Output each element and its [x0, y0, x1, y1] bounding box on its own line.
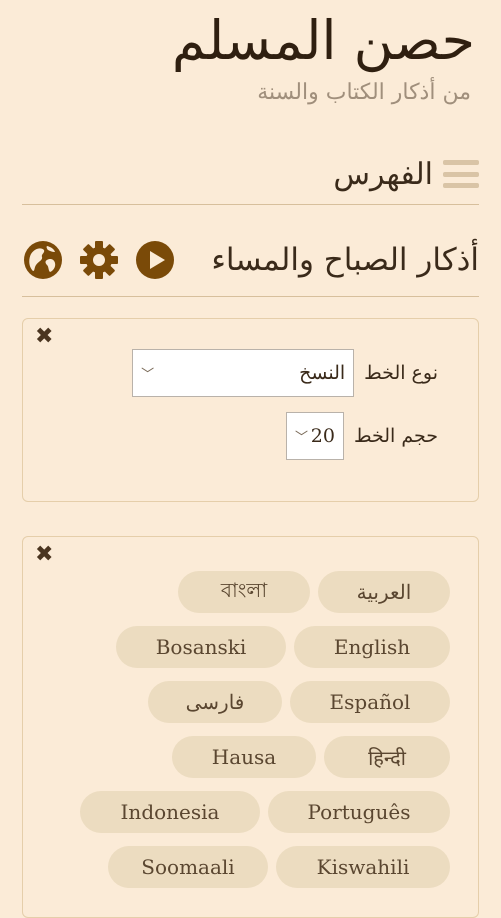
play-icon[interactable]: [134, 239, 176, 281]
index-label[interactable]: الفهرس: [333, 157, 433, 192]
font-type-value: النسخ: [299, 362, 346, 384]
divider: [22, 204, 479, 205]
language-button-soomaali[interactable]: Soomaali: [108, 846, 268, 888]
font-type-label: نوع الخط: [364, 362, 438, 384]
close-icon[interactable]: ✖: [35, 326, 55, 348]
index-row[interactable]: الفهرس: [22, 150, 479, 198]
language-row: Bosanski English: [70, 626, 450, 668]
language-row: Indonesia Português: [70, 791, 450, 833]
font-type-select[interactable]: النسخ ﹀: [132, 349, 355, 397]
font-type-row: نوع الخط النسخ ﹀: [132, 349, 438, 397]
language-row: فارسی Español: [70, 681, 450, 723]
language-row: Hausa हिन्दी: [70, 736, 450, 778]
hamburger-icon[interactable]: [443, 160, 479, 188]
gear-icon[interactable]: [78, 239, 120, 281]
language-button-arabic[interactable]: العربية: [318, 571, 450, 613]
font-size-label: حجم الخط: [353, 425, 438, 447]
language-row: Soomaali Kiswahili: [70, 846, 450, 888]
language-button-english[interactable]: English: [294, 626, 450, 668]
app-header: حصن المسلم من أذكار الكتاب والسنة: [0, 0, 501, 150]
language-button-kiswahili[interactable]: Kiswahili: [276, 846, 450, 888]
chevron-down-icon: ﹀: [141, 367, 155, 383]
language-button-hindi[interactable]: हिन्दी: [324, 736, 450, 778]
section-toolbar: [22, 239, 176, 281]
language-button-hausa[interactable]: Hausa: [172, 736, 316, 778]
app-title: حصن المسلم: [171, 9, 475, 72]
globe-icon[interactable]: [22, 239, 64, 281]
language-panel: ✖ বাংলা العربية Bosanski English فارسی E…: [22, 536, 479, 918]
language-button-farsi[interactable]: فارسی: [148, 681, 282, 723]
font-size-row: حجم الخط 20 ﹀: [285, 412, 438, 460]
divider: [22, 296, 479, 297]
section-title: أذكار الصباح والمساء: [211, 242, 479, 278]
language-button-portugues[interactable]: Português: [268, 791, 450, 833]
language-grid: বাংলা العربية Bosanski English فارسی Esp…: [70, 571, 450, 901]
language-button-espanol[interactable]: Español: [290, 681, 450, 723]
language-button-bangla[interactable]: বাংলা: [178, 571, 310, 613]
language-row: বাংলা العربية: [70, 571, 450, 613]
settings-panel: ✖ نوع الخط النسخ ﹀ حجم الخط 20 ﹀: [22, 318, 479, 502]
language-button-indonesia[interactable]: Indonesia: [80, 791, 260, 833]
section-header: أذكار الصباح والمساء: [22, 225, 479, 295]
font-size-value: 20: [310, 425, 335, 447]
language-button-bosanski[interactable]: Bosanski: [116, 626, 286, 668]
chevron-down-icon: ﹀: [294, 430, 308, 446]
font-size-select[interactable]: 20 ﹀: [285, 412, 344, 460]
close-icon[interactable]: ✖: [35, 544, 55, 566]
app-subtitle: من أذكار الكتاب والسنة: [257, 80, 471, 105]
